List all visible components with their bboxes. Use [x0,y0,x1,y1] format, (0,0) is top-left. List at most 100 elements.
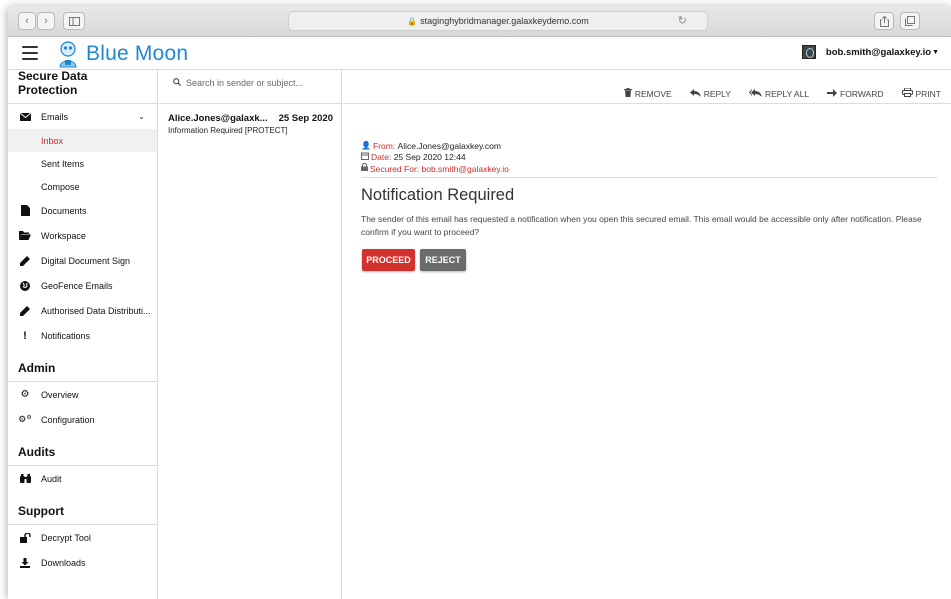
tabs-button[interactable] [900,12,920,30]
notification-title: Notification Required [361,186,515,204]
from-value: Alice.Jones@galaxkey.com [397,141,501,151]
search-input[interactable]: Search in sender or subject... [159,70,341,104]
sidebar-item-emails[interactable]: Emails ⌄ [8,104,157,129]
address-bar[interactable]: 🔒 staginghybridmanager.galaxkeydemo.com … [288,11,708,31]
remove-label: REMOVE [634,89,672,99]
sidebar-item-workspace[interactable]: Workspace [8,223,157,248]
reload-icon[interactable]: ↻ [678,14,687,27]
sidebar-icon [68,16,80,26]
forward-button[interactable]: FORWARD [827,88,884,100]
arrow-right-icon [827,88,838,100]
date-label: Date: [371,152,392,162]
sidebar-item-inbox[interactable]: Inbox [8,129,157,152]
exclamation-icon: ! [23,329,27,342]
tabs-icon [905,16,915,26]
sidebar-item-geofence-emails[interactable]: GeoFence Emails [8,273,157,298]
sidebar-item-notifications[interactable]: ! Notifications [8,323,157,348]
pen-icon [18,305,32,316]
search-icon [173,78,182,88]
hamburger-menu-icon[interactable] [22,46,38,60]
reply-all-label: REPLY ALL [764,89,810,99]
folder-open-icon [18,231,32,240]
user-menu[interactable]: bob.smith@galaxkey.io ▼ [801,45,939,59]
message-subject: Information Required [PROTECT] [168,126,288,135]
section-title-admin: Admin [8,348,157,382]
sidebar-item-authorised-data-distribution[interactable]: Authorised Data Distributi... [8,298,157,323]
section-title-support: Support [8,491,157,525]
download-icon [18,557,32,568]
list-item[interactable]: Alice.Jones@galaxk... 25 Sep 2020 Inform… [159,104,341,135]
secured-value: bob.smith@galaxkey.io [421,163,509,174]
date-value: 25 Sep 2020 12:44 [393,152,466,162]
email-secured-for: Secured For: bob.smith@galaxkey.io [361,162,509,175]
reply-icon [689,88,701,100]
caret-down-icon: ▼ [932,48,939,56]
sidebar-item-downloads[interactable]: Downloads [8,550,157,575]
sidebar: Secure Data Protection Emails ⌄ Inbox Se… [8,69,158,599]
section-title-secure-data-protection: Secure Data Protection [8,69,157,104]
chevron-right-icon: › [44,15,48,27]
sidebar-item-sent-items[interactable]: Sent Items [8,152,157,175]
message-list: Search in sender or subject... Alice.Jon… [159,70,342,599]
calendar-icon [361,152,369,164]
sidebar-item-decrypt-tool[interactable]: Decrypt Tool [8,525,157,550]
sidebar-item-label: Overview [41,389,79,400]
envelope-icon [18,112,32,121]
message-sender: Alice.Jones@galaxk... [168,113,268,124]
trash-icon [623,88,632,100]
sidebar-item-label: Workspace [41,230,86,241]
lock-icon [361,162,368,175]
app-header: Blue Moon bob.smith@galaxkey.io ▼ [8,37,951,70]
binoculars-icon [18,474,32,483]
reply-button[interactable]: REPLY [689,88,731,100]
browser-window: ‹ › 🔒 staginghybridmanager.galaxkeydemo.… [8,6,951,599]
pen-icon [18,255,32,266]
sidebar-item-label: Digital Document Sign [41,255,131,266]
forward-nav-button[interactable]: › [37,12,55,30]
reject-button[interactable]: REJECT [420,249,466,271]
reply-all-button[interactable]: REPLY ALL [748,88,810,100]
app-logo[interactable]: Blue Moon [56,39,188,69]
message-date: 25 Sep 2020 [278,113,333,124]
reading-pane: REMOVE REPLY REPLY ALL FORWARD PRINT 👤 F… [343,70,951,599]
sidebar-item-compose[interactable]: Compose [8,175,157,198]
sidebar-item-overview[interactable]: ⚙ Overview [8,382,157,407]
sidebar-item-digital-document-sign[interactable]: Digital Document Sign [8,248,157,273]
print-button[interactable]: PRINT [901,87,942,100]
from-label: From: [372,141,396,151]
globe-icon [18,280,32,291]
sidebar-toggle-button[interactable] [63,12,85,30]
proceed-button[interactable]: PROCEED [362,249,415,271]
reply-all-icon [748,88,762,100]
avatar [801,45,816,59]
chevron-left-icon: ‹ [25,15,29,27]
logo-text: Blue Moon [86,42,189,65]
sidebar-item-label: Configuration [41,414,95,425]
user-icon: 👤 [361,141,371,150]
sidebar-item-label: Decrypt Tool [41,532,91,543]
gears-icon: ⚙ ⚙ [18,414,32,424]
email-from: 👤 From: Alice.Jones@galaxkey.com [361,141,509,152]
email-date: Date: 25 Sep 2020 12:44 [361,152,509,164]
sidebar-item-label: Emails [41,111,69,122]
blue-moon-logo-icon [59,41,77,68]
remove-button[interactable]: REMOVE [623,88,672,100]
print-label: PRINT [915,89,942,99]
document-icon [18,205,32,216]
address-url: staginghybridmanager.galaxkeydemo.com [420,16,589,26]
section-title-audits: Audits [8,432,157,466]
share-icon [879,15,889,27]
sidebar-item-label: Downloads [41,557,86,568]
sidebar-item-documents[interactable]: Documents [8,198,157,223]
sidebar-item-configuration[interactable]: ⚙ ⚙ Configuration [8,407,157,432]
sidebar-item-label: Notifications [41,330,91,341]
sidebar-item-audit[interactable]: Audit [8,466,157,491]
browser-toolbar: ‹ › 🔒 staginghybridmanager.galaxkeydemo.… [8,6,951,37]
back-button[interactable]: ‹ [18,12,36,30]
chevron-down-icon: ⌄ [138,112,145,121]
forward-label: FORWARD [840,89,884,99]
sidebar-item-label: Documents [41,205,87,216]
user-email: bob.smith@galaxkey.io [825,46,932,58]
reply-label: REPLY [703,89,731,99]
share-button[interactable] [874,12,894,30]
